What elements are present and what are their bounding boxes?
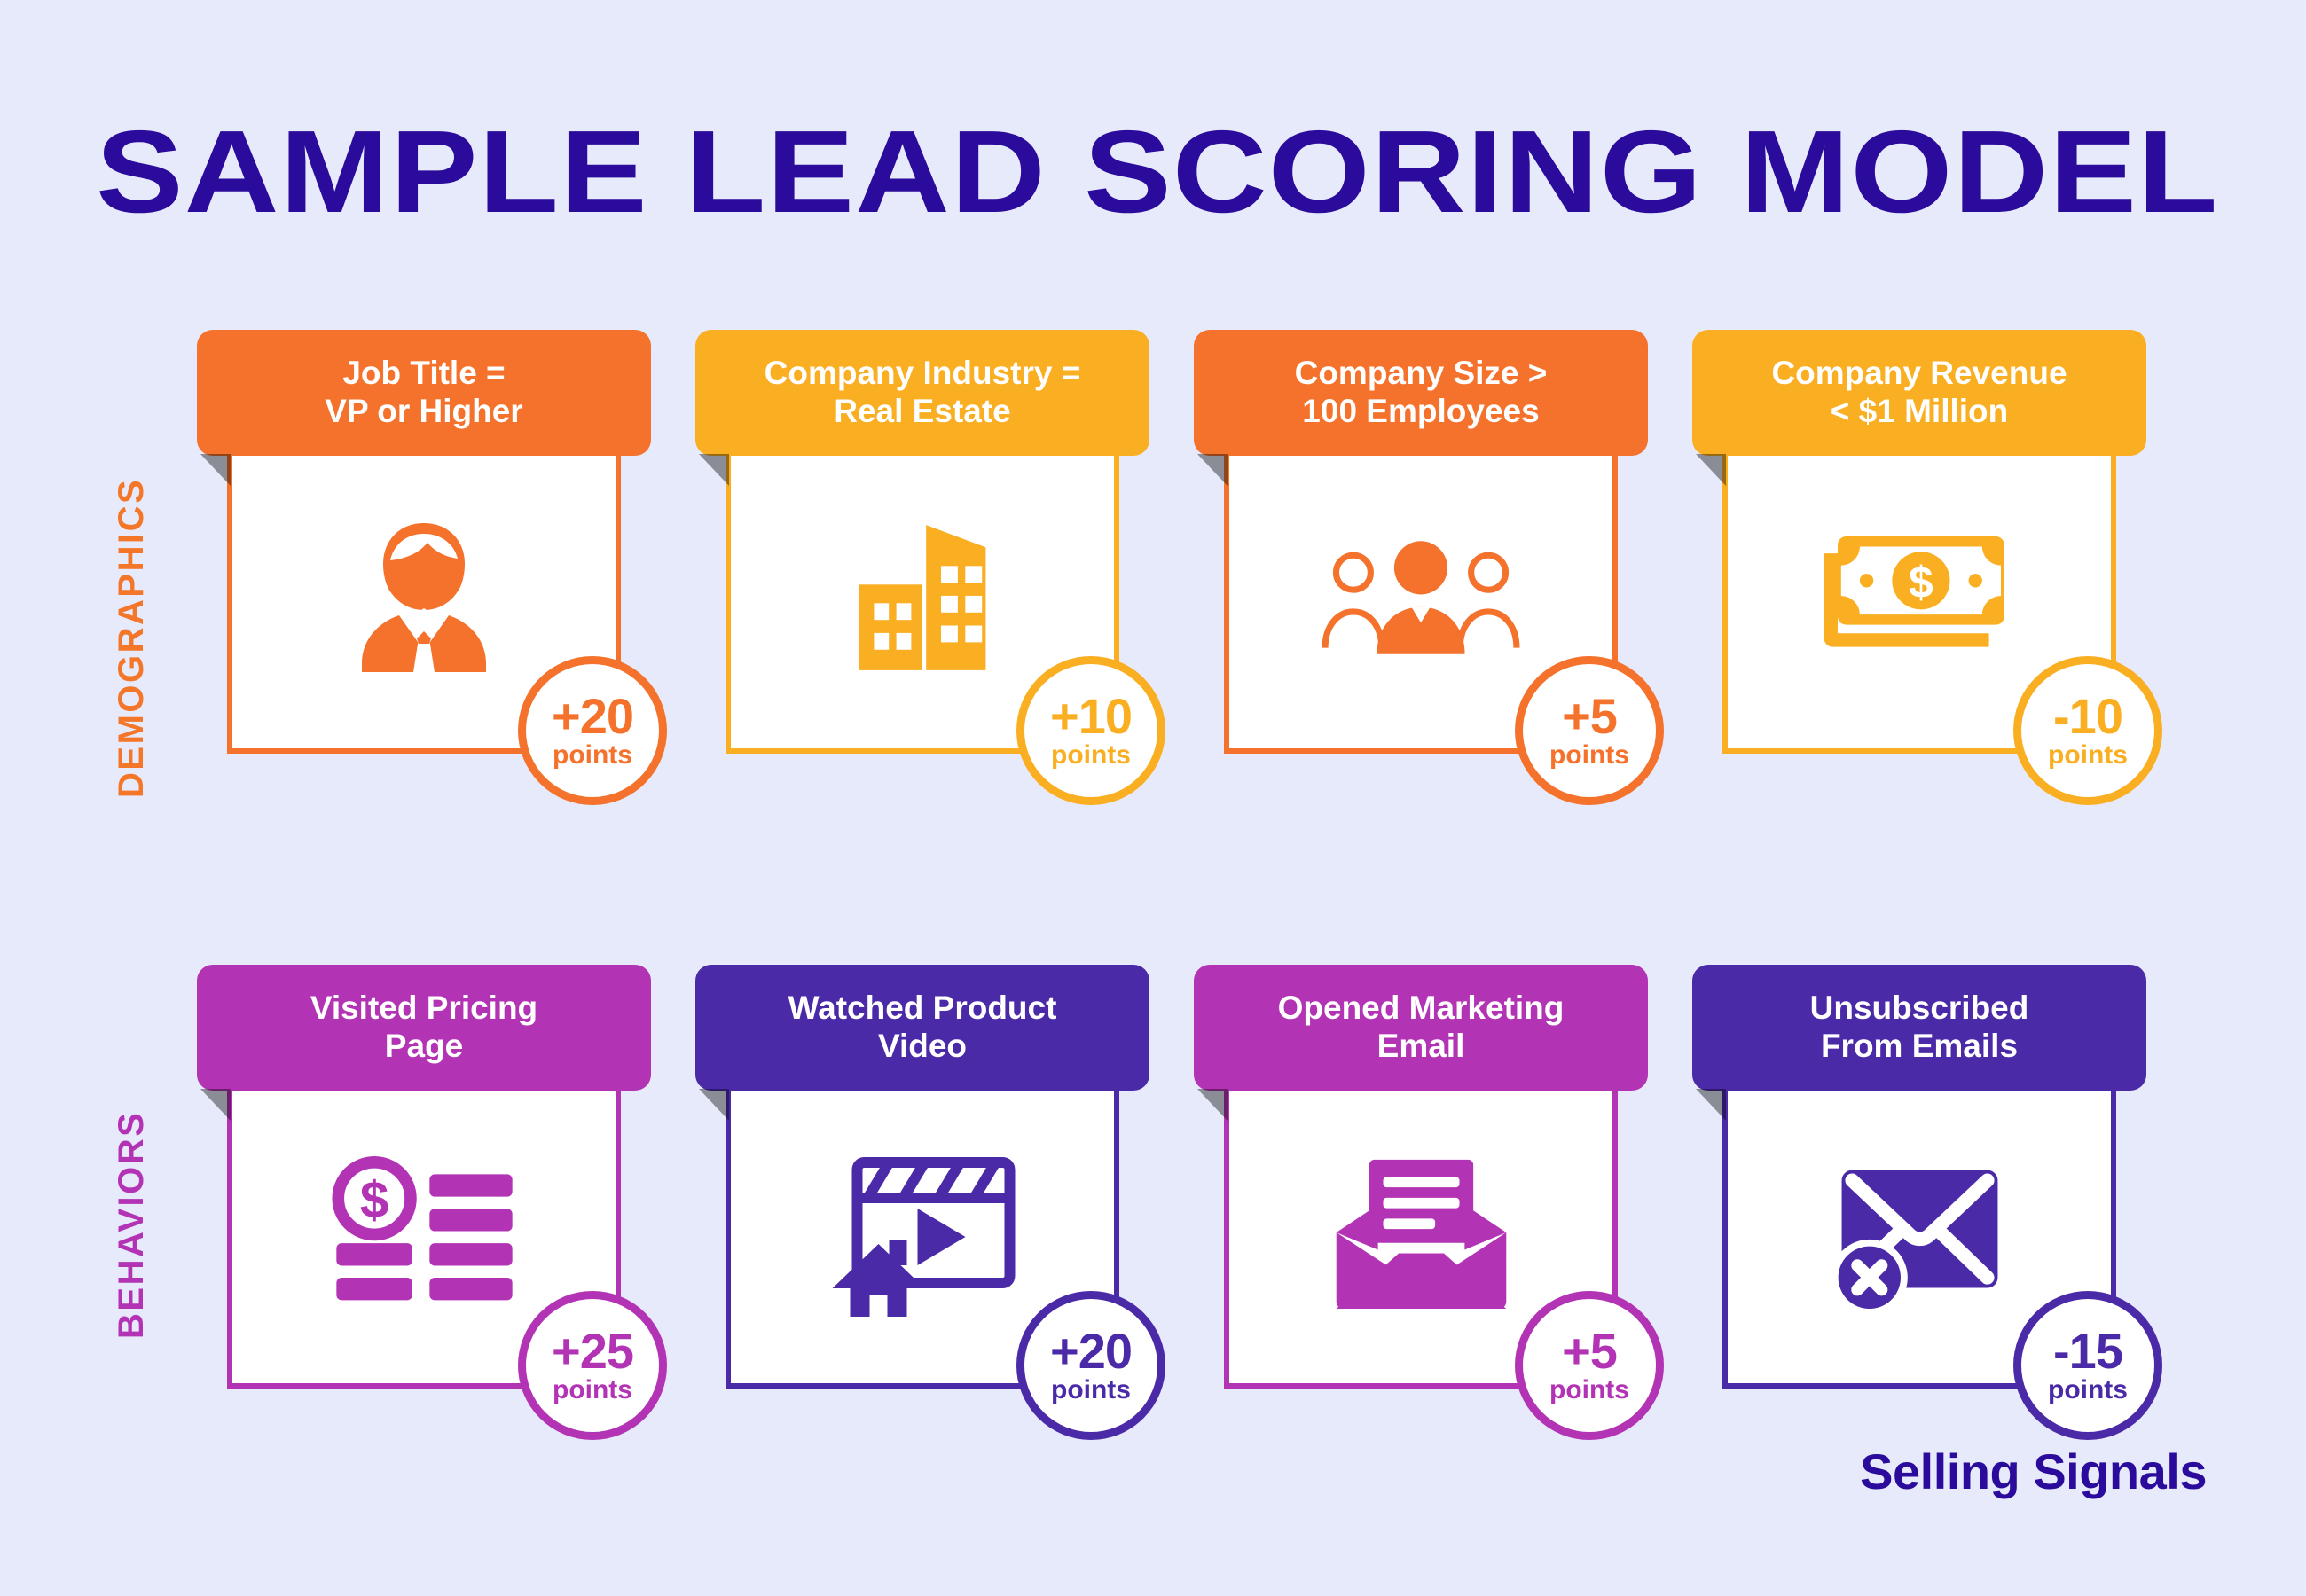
card-header: Company Industry = Real Estate: [695, 330, 1149, 486]
score-card-company-size[interactable]: Company Size > 100 Employees +5 points: [1194, 330, 1664, 805]
points-badge: +5 points: [1515, 656, 1664, 805]
open-envelope-letter-icon: [1319, 1139, 1523, 1326]
points-value: +20: [1050, 1323, 1133, 1380]
header-fold-shadow: [200, 454, 231, 486]
svg-text:$: $: [359, 1171, 388, 1229]
score-card-opened-marketing-email[interactable]: Opened Marketing Email +5 points: [1194, 965, 1664, 1440]
card-title: Company Industry = Real Estate: [764, 354, 1081, 429]
header-fold-shadow: [1696, 454, 1726, 486]
card-header: Job Title = VP or Higher: [197, 330, 651, 486]
header-fold-shadow: [1197, 454, 1228, 486]
header-fold-shadow: [1197, 1089, 1228, 1121]
card-header: Company Size > 100 Employees: [1194, 330, 1648, 486]
demographics-row: Job Title = VP or Higher +20 points Comp…: [197, 330, 2210, 805]
card-title: Job Title = VP or Higher: [325, 354, 523, 429]
points-label: points: [553, 1374, 632, 1404]
points-label: points: [2048, 1374, 2128, 1404]
row-label-behaviors: BEHAVIORS: [112, 1110, 151, 1339]
card-header: Company Revenue < $1 Million: [1692, 330, 2146, 486]
points-label: points: [1051, 739, 1131, 770]
points-value: -15: [2053, 1323, 2123, 1380]
header-fold-shadow: [1696, 1089, 1726, 1121]
card-title: Watched Product Video: [788, 989, 1057, 1064]
score-card-company-revenue[interactable]: Company Revenue < $1 Million $ -10 point…: [1692, 330, 2162, 805]
points-value: +20: [552, 688, 634, 745]
points-label: points: [1549, 1374, 1629, 1404]
card-header: Opened Marketing Email: [1194, 965, 1648, 1121]
svg-text:$: $: [1909, 558, 1933, 607]
score-card-unsubscribed-from-emails[interactable]: Unsubscribed From Emails -15 points: [1692, 965, 2162, 1440]
price-list-icon: $: [322, 1139, 526, 1326]
envelope-cancel-icon: [1817, 1139, 2021, 1326]
brand-logo-text: Selling Signals: [1860, 1443, 2207, 1499]
card-header: Visited Pricing Page: [197, 965, 651, 1121]
card-header: Unsubscribed From Emails: [1692, 965, 2146, 1121]
points-value: +10: [1050, 688, 1133, 745]
points-badge: +10 points: [1016, 656, 1165, 805]
row-label-demographics: DEMOGRAPHICS: [112, 477, 151, 798]
score-card-visited-pricing-page[interactable]: Visited Pricing Page $ +25 points: [197, 965, 667, 1440]
points-badge: +20 points: [518, 656, 667, 805]
points-value: +5: [1562, 688, 1618, 745]
points-badge: +5 points: [1515, 1291, 1664, 1440]
card-title: Opened Marketing Email: [1277, 989, 1565, 1064]
header-fold-shadow: [699, 454, 729, 486]
points-value: +25: [552, 1323, 634, 1380]
office-buildings-icon: [820, 505, 1024, 691]
video-clapperboard-house-icon: [820, 1139, 1024, 1326]
scoring-grid: Job Title = VP or Higher +20 points Comp…: [197, 330, 2210, 1440]
points-label: points: [1549, 739, 1629, 770]
executive-person-icon: [322, 505, 526, 691]
score-card-watched-product-video[interactable]: Watched Product Video +20 points: [695, 965, 1165, 1440]
points-value: +5: [1562, 1323, 1618, 1380]
header-fold-shadow: [200, 1089, 231, 1121]
header-fold-shadow: [699, 1089, 729, 1121]
points-badge: -10 points: [2013, 656, 2162, 805]
group-of-people-icon: [1319, 505, 1523, 691]
card-title: Visited Pricing Page: [310, 989, 538, 1064]
card-title: Company Revenue < $1 Million: [1771, 354, 2067, 429]
score-card-job-title[interactable]: Job Title = VP or Higher +20 points: [197, 330, 667, 805]
points-label: points: [2048, 739, 2128, 770]
card-header: Watched Product Video: [695, 965, 1149, 1121]
score-card-company-industry[interactable]: Company Industry = Real Estate +10 point…: [695, 330, 1165, 805]
behaviors-row: Visited Pricing Page $ +25 points Watche…: [197, 965, 2210, 1440]
points-label: points: [553, 739, 632, 770]
card-title: Company Size > 100 Employees: [1294, 354, 1548, 429]
page-title: SAMPLE LEAD SCORING MODEL: [96, 106, 2219, 237]
card-title: Unsubscribed From Emails: [1809, 989, 2029, 1064]
points-badge: +25 points: [518, 1291, 667, 1440]
points-value: -10: [2053, 688, 2123, 745]
points-label: points: [1051, 1374, 1131, 1404]
points-badge: -15 points: [2013, 1291, 2162, 1440]
points-badge: +20 points: [1016, 1291, 1165, 1440]
dollar-banknote-icon: $: [1817, 505, 2021, 691]
